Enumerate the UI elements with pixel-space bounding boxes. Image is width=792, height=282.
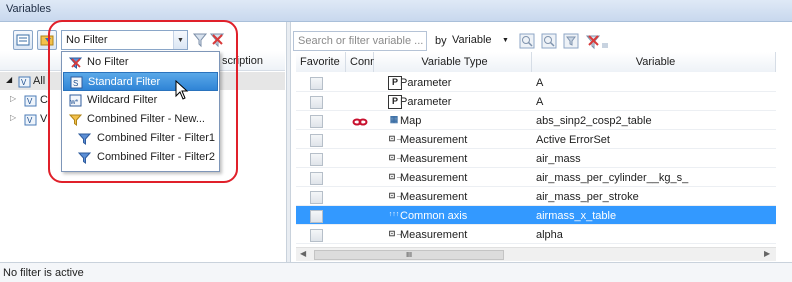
tree-view-button[interactable] — [13, 30, 33, 50]
favorite-checkbox[interactable] — [310, 229, 323, 242]
favorite-checkbox[interactable] — [310, 77, 323, 90]
favorite-cell — [296, 225, 346, 248]
column-header-label: Favorite — [300, 56, 340, 68]
variable-name-cell: alpha — [536, 229, 563, 241]
favorite-checkbox[interactable] — [310, 134, 323, 147]
column-header-conn[interactable]: Conn — [346, 52, 377, 72]
table-row[interactable]: P Parameter A — [296, 73, 776, 92]
panel-title-bar: Variables — [0, 0, 792, 22]
table-row[interactable]: ⊡→ Measurement air_mass_per_cylinder__kg_s… — [296, 168, 776, 187]
variables-folder-icon: V — [24, 95, 37, 107]
favorite-checkbox[interactable] — [310, 191, 323, 204]
table-row[interactable]: ↑↑↑ Common axis airmass_x_table — [296, 206, 776, 225]
find-icon — [519, 33, 535, 49]
column-header-variable-type[interactable]: Variable Type — [374, 52, 532, 72]
funnel-icon — [563, 33, 579, 49]
annotation-highlight-frame — [48, 20, 238, 183]
map-icon: ▦ — [389, 114, 399, 124]
clear-filter-icon — [585, 35, 608, 50]
search-input[interactable]: Search or filter variable ... — [293, 31, 427, 51]
variable-type-label: Map — [400, 115, 422, 127]
measurement-icon: ⊡→ — [388, 153, 404, 162]
collapse-arrow-icon: ▷ — [10, 94, 17, 103]
variable-type-label: Parameter — [400, 77, 452, 89]
parameter-icon: P — [388, 95, 402, 109]
collapse-arrow-icon: ▷ — [10, 113, 17, 122]
list-icon — [16, 34, 30, 46]
tree-label: C — [40, 94, 48, 106]
scroll-right-icon[interactable]: ▶ — [764, 249, 770, 258]
link-icon — [352, 118, 368, 126]
column-header-label: Variable Type — [421, 56, 488, 68]
search-placeholder: Search or filter variable ... — [298, 35, 424, 47]
clear-search-button[interactable] — [584, 32, 610, 50]
status-text: No filter is active — [3, 267, 84, 279]
chevron-down-icon[interactable]: ▼ — [502, 32, 514, 50]
svg-text:V: V — [21, 78, 27, 87]
variables-folder-icon: V — [24, 114, 37, 126]
measurement-icon: ⊡→ — [388, 229, 404, 238]
favorite-checkbox[interactable] — [310, 96, 323, 109]
variable-type-label: Parameter — [400, 96, 452, 108]
column-header-label: Conn — [350, 56, 377, 68]
variable-type-label: Measurement — [400, 229, 468, 241]
find-advanced-button[interactable] — [540, 32, 558, 50]
favorite-checkbox[interactable] — [310, 172, 323, 185]
favorite-checkbox[interactable] — [310, 210, 323, 223]
measurement-icon: ⊡→ — [388, 134, 404, 143]
horizontal-scrollbar[interactable]: ◀ III ▶ — [296, 247, 776, 261]
filter-button[interactable] — [562, 32, 580, 50]
table-row[interactable]: ⊡→ Measurement air_mass — [296, 149, 776, 168]
table-row[interactable]: ▦ Map abs_sinp2_cosp2_table — [296, 111, 776, 130]
table-row[interactable]: ⊡→ Measurement air_mass_per_stroke — [296, 187, 776, 206]
favorite-checkbox[interactable] — [310, 153, 323, 166]
column-header-variable[interactable]: Variable — [532, 52, 776, 72]
measurement-icon: ⊡→ — [388, 191, 404, 200]
variable-type-label: Measurement — [400, 172, 468, 184]
parameter-icon: P — [388, 76, 402, 90]
splitter[interactable] — [286, 22, 291, 262]
favorite-checkbox[interactable] — [310, 115, 323, 128]
variable-type-label: Measurement — [400, 191, 468, 203]
expand-arrow-icon: ◢ — [6, 75, 13, 84]
search-by-label: by — [435, 35, 447, 47]
table-row[interactable]: P Parameter A — [296, 92, 776, 111]
table-row[interactable]: ⊡→ Measurement Active ErrorSet — [296, 130, 776, 149]
table-header: Favorite Conn Variable Type Variable — [296, 52, 776, 72]
variable-type-label: Measurement — [400, 134, 468, 146]
status-bar: No filter is active — [0, 262, 792, 282]
scrollbar-thumb[interactable]: III — [314, 250, 504, 260]
scrollbar-grip: III — [406, 252, 412, 259]
variable-type-label: Measurement — [400, 153, 468, 165]
scroll-left-icon[interactable]: ◀ — [300, 249, 306, 258]
svg-text:V: V — [27, 97, 33, 106]
search-by-value: Variable — [452, 34, 492, 46]
find-button[interactable] — [518, 32, 536, 50]
variable-type-label: Common axis — [400, 210, 468, 222]
measurement-icon: ⊡→ — [388, 172, 404, 181]
column-header-label: Variable — [635, 56, 676, 68]
find-advanced-icon — [541, 33, 557, 49]
tree-label: All — [33, 75, 46, 87]
conn-cell — [346, 225, 374, 248]
variable-type-cell: ⊡→ Measurement — [374, 225, 558, 248]
panel-title: Variables — [6, 3, 52, 15]
tree-label: V — [40, 113, 48, 125]
column-header-favorite[interactable]: Favorite — [296, 52, 346, 72]
common-axis-icon: ↑↑↑ — [388, 211, 400, 218]
variables-folder-icon: V — [18, 76, 31, 88]
svg-text:V: V — [27, 116, 33, 125]
table-row[interactable]: ⊡→ Measurement alpha — [296, 225, 776, 244]
